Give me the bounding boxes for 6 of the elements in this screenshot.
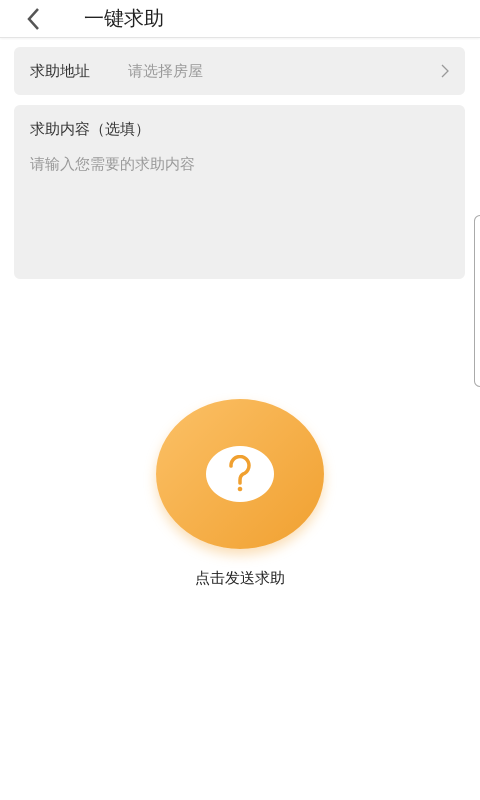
back-icon <box>26 6 40 30</box>
page-title: 一键求助 <box>84 5 164 32</box>
help-button-label: 点击发送求助 <box>195 569 285 588</box>
chevron-right-icon <box>441 64 449 78</box>
content-label: 求助内容（选填） <box>30 120 150 139</box>
address-selector[interactable]: 求助地址 请选择房屋 <box>14 47 465 95</box>
